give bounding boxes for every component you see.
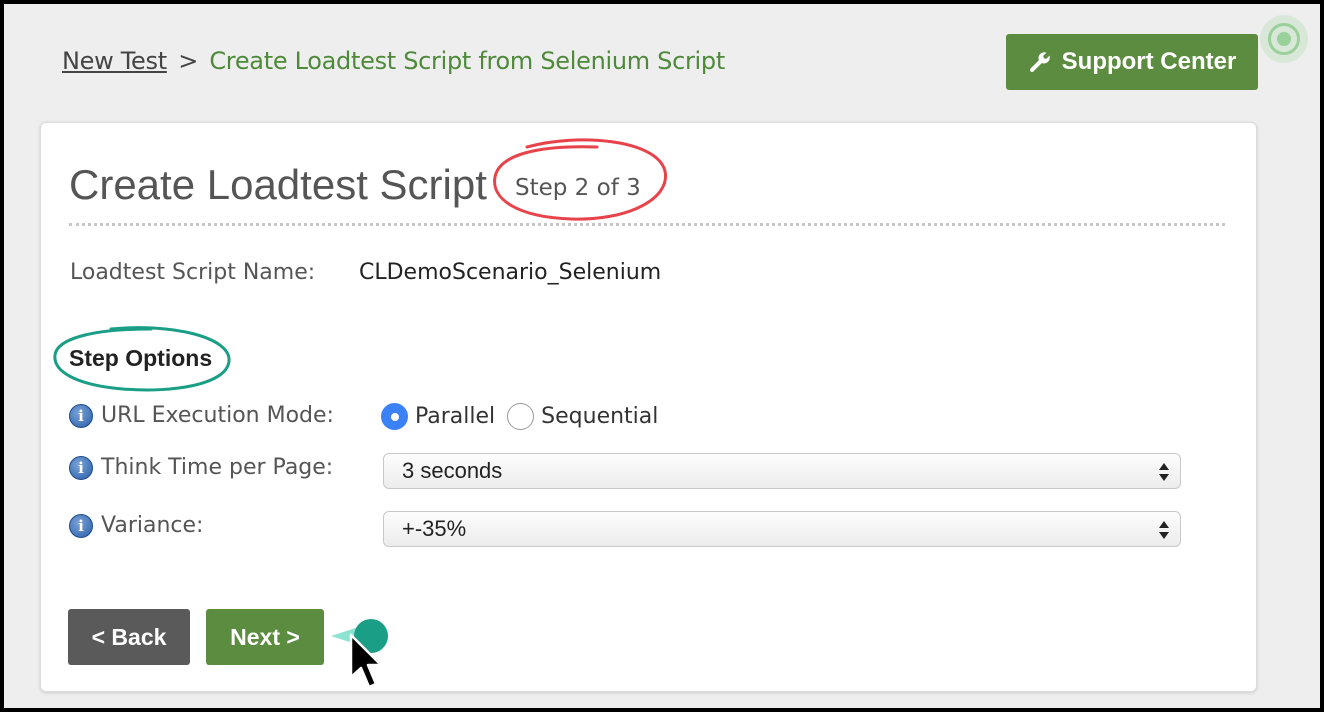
radio-parallel[interactable]	[381, 403, 408, 430]
script-name-value: CLDemoScenario_Selenium	[359, 260, 662, 285]
variance-select[interactable]: +-35%	[383, 511, 1181, 547]
breadcrumb-current: Create Loadtest Script from Selenium Scr…	[209, 47, 725, 75]
step-indicator: Step 2 of 3	[515, 175, 641, 201]
script-name-label: Loadtest Script Name:	[70, 260, 316, 285]
select-arrows-icon	[1159, 521, 1169, 539]
variance-label: Variance:	[101, 513, 204, 538]
next-button[interactable]: Next >	[206, 609, 324, 665]
title-divider	[69, 223, 1225, 226]
back-button[interactable]: < Back	[68, 609, 190, 665]
select-arrows-icon	[1159, 463, 1169, 481]
click-indicator-cursor-icon	[331, 619, 388, 689]
radio-sequential[interactable]	[507, 403, 535, 430]
radio-sequential-label[interactable]: Sequential	[541, 404, 658, 429]
create-script-card: Create Loadtest Script Step 2 of 3 Loadt…	[40, 122, 1257, 692]
breadcrumb-separator: >	[178, 47, 198, 75]
page-title: Create Loadtest Script	[69, 161, 487, 208]
think-time-label: Think Time per Page:	[101, 455, 334, 480]
url-mode-label: URL Execution Mode:	[101, 403, 334, 428]
think-time-select[interactable]: 3 seconds	[383, 453, 1181, 489]
support-center-label: Support Center	[1061, 48, 1237, 75]
support-center-button[interactable]: Support Center	[1006, 34, 1258, 90]
info-icon[interactable]: i	[69, 455, 93, 480]
radio-parallel-label[interactable]: Parallel	[415, 404, 495, 429]
breadcrumb-link-new-test[interactable]: New Test	[62, 47, 167, 75]
variance-value: +-35%	[402, 516, 467, 541]
hotspot-indicator-icon[interactable]	[1260, 15, 1308, 63]
think-time-value: 3 seconds	[402, 458, 503, 483]
url-mode-radio-group: Parallel Sequential	[381, 403, 670, 430]
screenshot-frame: New Test > Create Loadtest Script from S…	[0, 0, 1324, 712]
variance-row: i Variance:	[69, 513, 203, 538]
step-options-heading: Step Options	[69, 345, 213, 371]
info-icon[interactable]: i	[69, 513, 93, 538]
wrench-icon	[1029, 52, 1050, 72]
breadcrumb: New Test > Create Loadtest Script from S…	[62, 47, 725, 75]
url-mode-row: i URL Execution Mode:	[69, 403, 334, 428]
think-time-row: i Think Time per Page:	[69, 455, 333, 480]
info-icon[interactable]: i	[69, 403, 93, 428]
